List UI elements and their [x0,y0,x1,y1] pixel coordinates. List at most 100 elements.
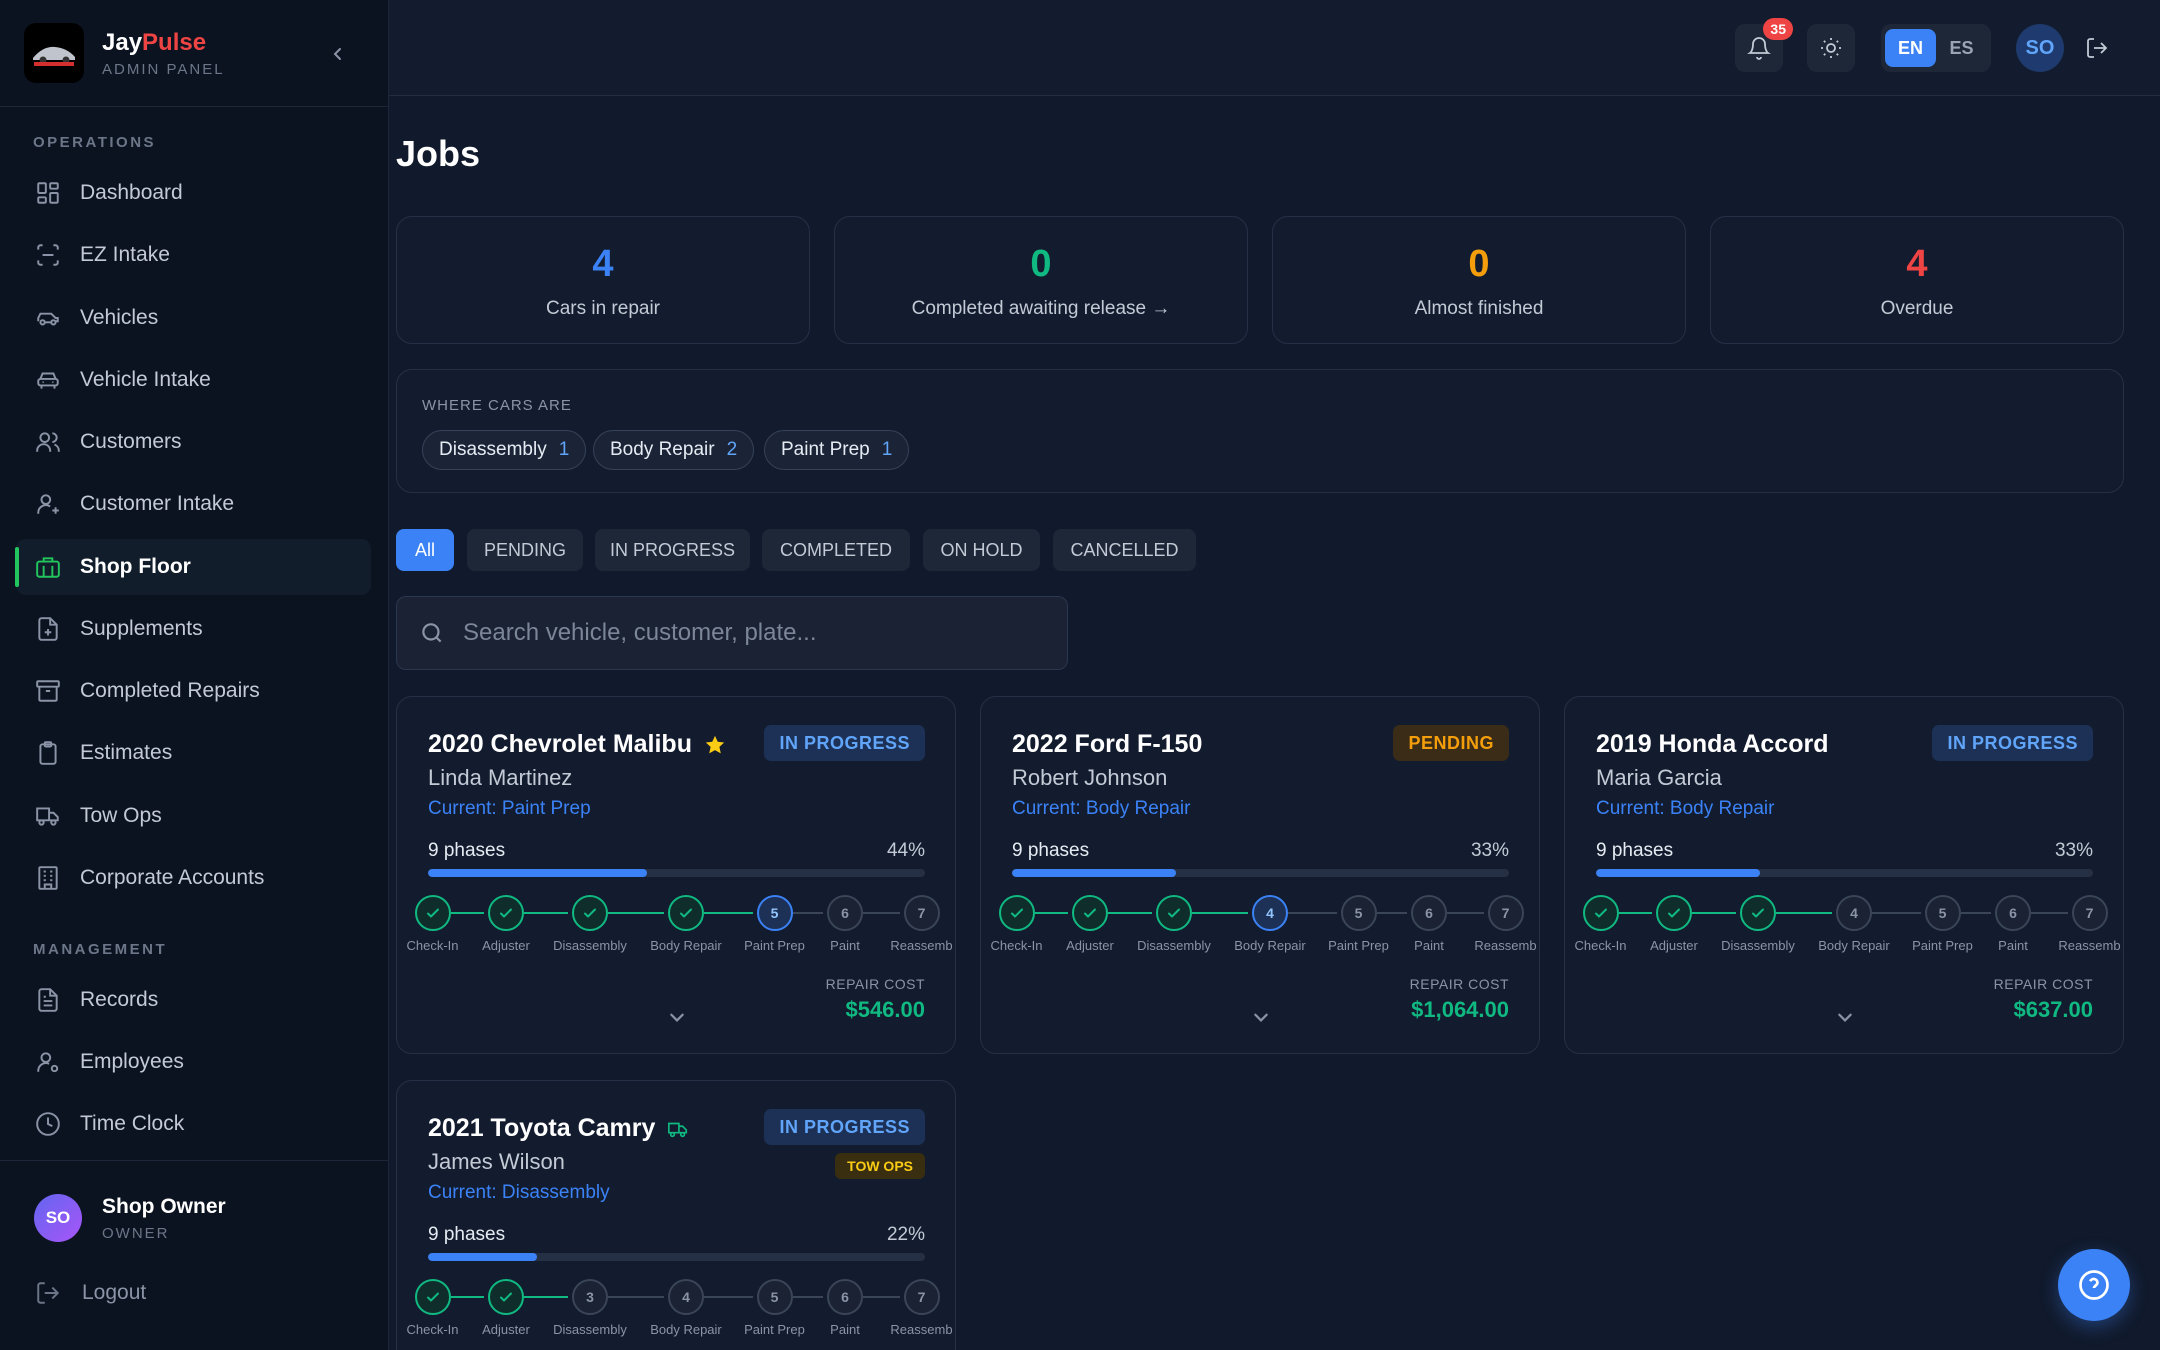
expand-card-button[interactable] [1833,1005,1857,1029]
filter-cancelled[interactable]: CANCELLED [1053,529,1196,571]
progress-bar [1596,869,2093,877]
phase-chip-disassembly[interactable]: Disassembly 1 [422,430,587,470]
user-avatar-button[interactable]: SO [2016,24,2064,72]
user-avatar: SO [34,1194,82,1242]
nav-vehicles[interactable]: Vehicles [16,290,371,346]
phase-step: 5 Paint Prep [735,895,815,953]
phase-step: Check-In [393,1279,473,1337]
phase-chip-body-repair[interactable]: Body Repair 2 [593,430,755,470]
sidebar-user-box[interactable]: SO Shop Owner OWNER Logout [0,1160,389,1350]
phase-step-number: 6 [1995,895,2031,931]
phase-step-label: Disassembly [1721,938,1795,953]
nav-customer-intake[interactable]: Customer Intake [16,476,371,532]
phase-step: 6 Paint [1973,895,2053,953]
stat-almost-finished[interactable]: 0 Almost finished [1272,216,1686,344]
theme-toggle-button[interactable] [1807,24,1855,72]
filter-all[interactable]: All [396,529,454,571]
phase-step: Disassembly [1134,895,1214,953]
nav-vehicle-intake[interactable]: Vehicle Intake [16,352,371,408]
repair-cost-value: $546.00 [845,997,925,1022]
sign-out-button[interactable] [2083,34,2111,62]
phase-step-number: 7 [903,1279,940,1315]
progress-bar-fill [1012,869,1176,877]
job-card[interactable]: 2020 Chevrolet Malibu Linda Martinez Cur… [396,696,956,1054]
phase-step: Adjuster [1050,895,1130,953]
nav-employees[interactable]: Employees [16,1034,371,1090]
phase-step-number: 5 [756,1279,793,1315]
tow-ops-badge: TOW OPS [835,1153,925,1179]
status-badge: IN PROGRESS [764,725,925,761]
phase-step-number: 6 [1411,895,1447,931]
phase-step-number: 6 [827,895,863,931]
phase-count: 9 phases [1596,840,1674,861]
filter-completed[interactable]: COMPLETED [762,529,910,571]
check-icon [1656,895,1692,931]
users-icon [34,428,62,456]
phase-step-number: 4 [668,1279,704,1315]
phase-step: Adjuster [466,1279,546,1337]
notifications-button[interactable]: 35 [1735,18,1793,72]
filter-in-progress[interactable]: IN PROGRESS [595,529,750,571]
repair-cost-label: REPAIR COST [1993,976,2093,992]
stat-cars-in-repair[interactable]: 4 Cars in repair [396,216,810,344]
chevron-down-icon [1254,1013,1268,1022]
phase-step: Adjuster [1634,895,1714,953]
truck-icon [34,802,62,830]
nav-completed-repairs[interactable]: Completed Repairs [16,663,371,719]
job-card[interactable]: 2021 Toyota Camry James Wilson Current: … [396,1080,956,1350]
nav-shop-floor[interactable]: Shop Floor [15,539,371,595]
nav-customers[interactable]: Customers [16,414,371,470]
repair-cost-value: $1,064.00 [1411,997,1509,1022]
phase-stepper: Check-In Adjuster 3 Disassembly 4 Body Repair… [406,1279,953,1339]
phase-chip-paint-prep[interactable]: Paint Prep 1 [764,430,910,470]
job-current-phase: Current: Disassembly [428,1182,610,1203]
phase-step: 4 Body Repair [1230,895,1310,953]
phase-step-number: 5 [1340,895,1377,931]
nav-corporate-accounts[interactable]: Corporate Accounts [16,850,371,906]
nav-dashboard[interactable]: Dashboard [16,165,371,221]
brand-header: JayPulse ADMIN PANEL [0,0,388,107]
brand-logo[interactable] [24,23,84,83]
filter-on-hold[interactable]: ON HOLD [923,529,1040,571]
expand-card-button[interactable] [1249,1005,1273,1029]
search-input[interactable] [463,619,1043,647]
logout-icon [34,1279,62,1307]
brand-name: JayPulse [102,28,207,56]
search-icon [422,623,442,643]
phase-step: 3 Disassembly [550,1279,630,1337]
phase-step-number: 4 [1836,895,1872,931]
car-icon [34,304,62,332]
chip-count: 1 [558,439,570,460]
clock-icon [34,1110,62,1138]
phase-step-label: Paint Prep [744,938,805,953]
collapse-sidebar-button[interactable] [326,42,350,66]
phase-step-number: 6 [827,1279,863,1315]
lang-en-button[interactable]: EN [1885,29,1936,67]
help-button[interactable] [2058,1249,2130,1321]
phase-step-label: Reassemb [890,1322,953,1337]
where-cars-are-panel: WHERE CARS ARE Disassembly 1 Body Repair 2… [396,369,2124,493]
phase-step-label: Paint [1414,938,1444,953]
lang-es-button[interactable]: ES [1936,29,1987,67]
stat-overdue[interactable]: 4 Overdue [1710,216,2124,344]
nav-time-clock[interactable]: Time Clock [16,1096,371,1152]
phase-step: 7 Reassemb [1466,895,1546,953]
job-title: 2020 Chevrolet Malibu [428,730,692,758]
logout-button[interactable]: Logout [34,1279,146,1307]
phase-step-label: Body Repair [650,938,722,953]
nav-records[interactable]: Records [16,972,371,1028]
nav-estimates[interactable]: Estimates [16,725,371,781]
stat-completed-awaiting-release[interactable]: 0 Completed awaiting release → [834,216,1248,344]
filter-pending[interactable]: PENDING [467,529,583,571]
nav-tow-ops[interactable]: Tow Ops [16,788,371,844]
job-card[interactable]: 2022 Ford F-150 Robert Johnson Current: … [980,696,1540,1054]
star-icon[interactable] [704,734,726,756]
nav-ez-intake[interactable]: EZ Intake [16,227,371,283]
archive-icon [34,677,62,705]
job-card[interactable]: 2019 Honda Accord Maria Garcia Current: … [1564,696,2124,1054]
nav-supplements[interactable]: Supplements [16,601,371,657]
stat-value: 0 [1468,243,1490,285]
phase-step-label: Paint [830,1322,860,1337]
expand-card-button[interactable] [665,1005,689,1029]
phase-step: 4 Body Repair [646,1279,726,1337]
